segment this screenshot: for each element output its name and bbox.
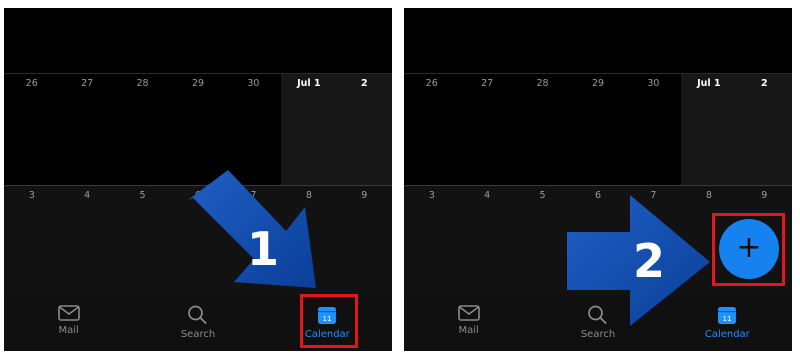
step-number-1: 1: [247, 222, 280, 276]
highlight-calendar-tab: [300, 294, 358, 348]
step-number-2: 2: [633, 234, 666, 288]
highlight-new-event-fab: [712, 213, 785, 286]
tutorial-arrows: [188, 170, 710, 326]
